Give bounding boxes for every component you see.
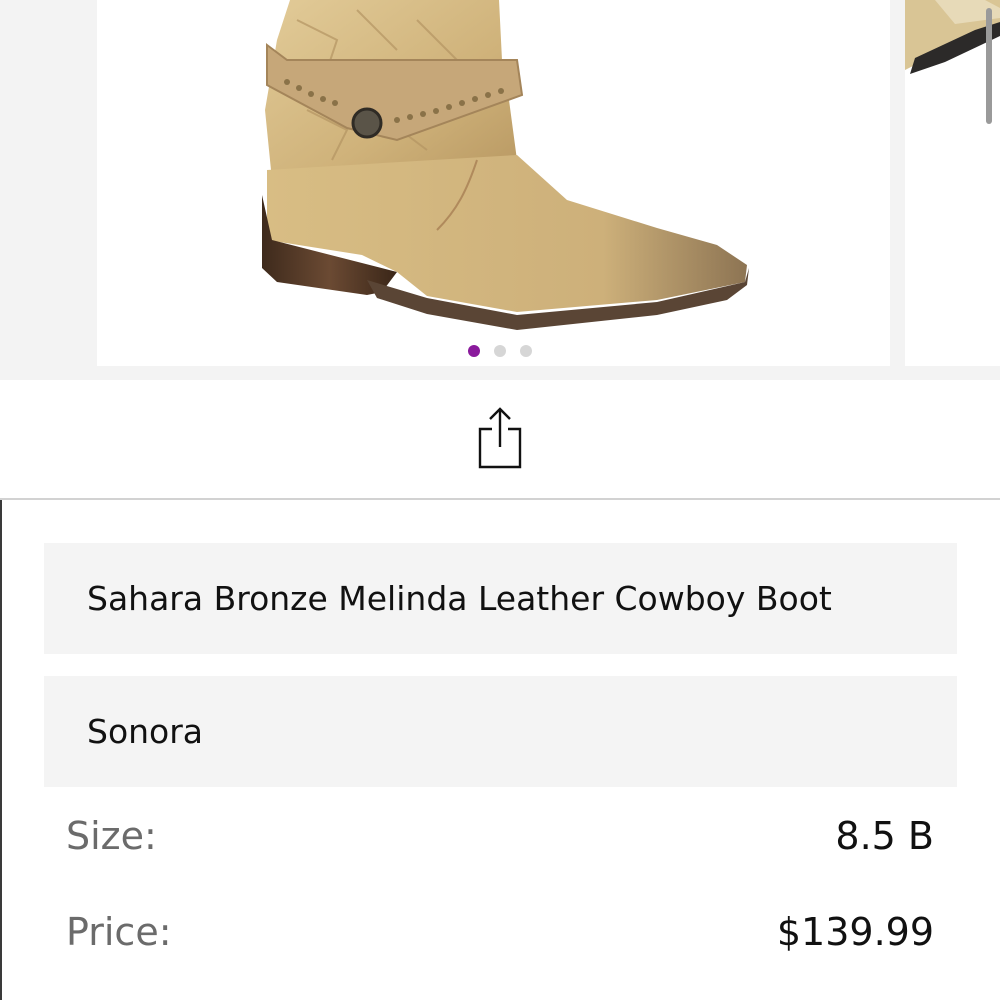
carousel-dot-1[interactable] bbox=[468, 345, 480, 357]
size-row: Size: 8.5 B bbox=[66, 806, 934, 866]
share-icon bbox=[478, 407, 522, 469]
price-value: $139.99 bbox=[776, 910, 934, 954]
product-brand: Sonora bbox=[87, 712, 204, 751]
cowboy-boot-image bbox=[262, 0, 749, 330]
product-image-main[interactable] bbox=[97, 0, 890, 366]
size-value: 8.5 B bbox=[835, 814, 934, 858]
size-label: Size: bbox=[66, 814, 157, 858]
product-title-panel: Sahara Bronze Melinda Leather Cowboy Boo… bbox=[44, 543, 957, 654]
carousel-dot-2[interactable] bbox=[494, 345, 506, 357]
product-title: Sahara Bronze Melinda Leather Cowboy Boo… bbox=[87, 579, 832, 618]
scrollbar-thumb[interactable] bbox=[986, 8, 992, 124]
price-label: Price: bbox=[66, 910, 172, 954]
share-button[interactable] bbox=[476, 405, 524, 471]
price-row: Price: $139.99 bbox=[66, 902, 934, 962]
carousel-page-indicator bbox=[0, 345, 1000, 359]
carousel-dot-3[interactable] bbox=[520, 345, 532, 357]
product-image-carousel[interactable] bbox=[0, 0, 1000, 380]
product-brand-panel[interactable]: Sonora bbox=[44, 676, 957, 787]
